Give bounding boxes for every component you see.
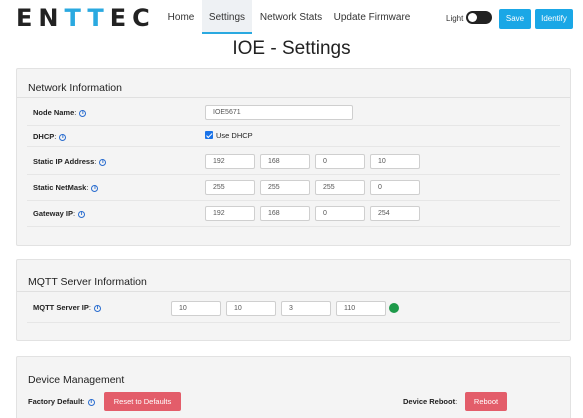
static-ip-octet-4[interactable]: 10 xyxy=(370,154,420,169)
logo-text-left: EN xyxy=(16,4,65,32)
mqtt-ip-octet-4[interactable]: 110 xyxy=(336,301,386,316)
theme-label: Light xyxy=(446,14,464,23)
node-name-input[interactable]: IOE5671 xyxy=(205,105,353,120)
logo-text-right: EC xyxy=(109,4,156,32)
use-dhcp-checkbox[interactable] xyxy=(205,131,213,139)
reset-to-defaults-button[interactable]: Reset to Defaults xyxy=(104,392,181,411)
identify-button[interactable]: Identify xyxy=(535,9,573,29)
top-navbar: ENTTEC Home Settings Network Stats Updat… xyxy=(0,0,583,35)
gateway-octet-1[interactable]: 192 xyxy=(205,206,255,221)
panel-divider xyxy=(17,97,570,98)
mqtt-server-ip-label: MQTT Server IP: i xyxy=(33,303,101,312)
node-name-label: Node Name: i xyxy=(33,108,87,117)
factory-default-label: Factory Default: i xyxy=(28,397,95,406)
mqtt-ip-octet-1[interactable]: 10 xyxy=(171,301,221,316)
panel-divider xyxy=(17,291,570,292)
netmask-octet-3[interactable]: 255 xyxy=(315,180,365,195)
mqtt-panel-title: MQTT Server Information xyxy=(28,276,147,288)
netmask-label: Static NetMask: i xyxy=(33,183,99,192)
gateway-label: Gateway IP: i xyxy=(33,209,86,218)
netmask-octet-2[interactable]: 255 xyxy=(260,180,310,195)
device-reboot-label: Device Reboot: xyxy=(403,397,458,406)
info-icon[interactable]: i xyxy=(91,185,99,192)
connection-status-icon xyxy=(389,303,399,313)
info-icon[interactable]: i xyxy=(99,159,107,166)
network-information-panel: Network Information Node Name: i IOE5671 … xyxy=(16,68,571,246)
save-button[interactable]: Save xyxy=(499,9,531,29)
row-divider xyxy=(27,226,560,227)
gateway-octet-2[interactable]: 168 xyxy=(260,206,310,221)
dhcp-label: DHCP: i xyxy=(33,132,67,141)
nav-tab-settings[interactable]: Settings xyxy=(202,0,252,34)
network-panel-title: Network Information xyxy=(28,82,122,94)
reboot-button[interactable]: Reboot xyxy=(465,392,507,411)
info-icon[interactable]: i xyxy=(87,399,95,406)
logo-text-accent: TT xyxy=(64,4,110,32)
gateway-octet-3[interactable]: 0 xyxy=(315,206,365,221)
static-ip-octet-3[interactable]: 0 xyxy=(315,154,365,169)
static-ip-label: Static IP Address: i xyxy=(33,157,107,166)
row-divider xyxy=(27,322,560,323)
info-icon[interactable]: i xyxy=(78,211,86,218)
nav-tab-home[interactable]: Home xyxy=(162,0,200,34)
mqtt-ip-octet-3[interactable]: 3 xyxy=(281,301,331,316)
row-divider xyxy=(27,146,560,147)
toggle-switch-icon[interactable] xyxy=(466,11,492,24)
row-divider xyxy=(27,125,560,126)
factory-default-label-text: Factory Default xyxy=(28,397,83,406)
info-icon[interactable]: i xyxy=(59,134,67,141)
device-panel-title: Device Management xyxy=(28,374,125,386)
mqtt-server-panel: MQTT Server Information MQTT Server IP: i… xyxy=(16,259,571,341)
nav-tab-update-firmware[interactable]: Update Firmware xyxy=(330,0,414,34)
mqtt-ip-octet-2[interactable]: 10 xyxy=(226,301,276,316)
gateway-label-text: Gateway IP xyxy=(33,209,74,218)
static-ip-octet-2[interactable]: 168 xyxy=(260,154,310,169)
row-divider xyxy=(27,174,560,175)
static-ip-octet-1[interactable]: 192 xyxy=(205,154,255,169)
netmask-label-text: Static NetMask xyxy=(33,183,87,192)
nav-tab-network-stats[interactable]: Network Stats xyxy=(255,0,327,34)
mqtt-server-ip-label-text: MQTT Server IP xyxy=(33,303,89,312)
toggle-knob xyxy=(468,13,477,22)
enttec-logo[interactable]: ENTTEC xyxy=(16,4,156,32)
device-reboot-label-text: Device Reboot xyxy=(403,397,456,406)
netmask-octet-1[interactable]: 255 xyxy=(205,180,255,195)
static-ip-label-text: Static IP Address xyxy=(33,157,95,166)
info-icon[interactable]: i xyxy=(79,110,87,117)
use-dhcp-label: Use DHCP xyxy=(216,131,253,140)
dhcp-label-text: DHCP xyxy=(33,132,55,141)
netmask-octet-4[interactable]: 0 xyxy=(370,180,420,195)
info-icon[interactable]: i xyxy=(93,305,101,312)
page-title: IOE - Settings xyxy=(232,38,351,59)
device-management-panel: Device Management Factory Default: i Rese… xyxy=(16,356,571,418)
gateway-octet-4[interactable]: 254 xyxy=(370,206,420,221)
node-name-label-text: Node Name xyxy=(33,108,75,117)
row-divider xyxy=(27,200,560,201)
